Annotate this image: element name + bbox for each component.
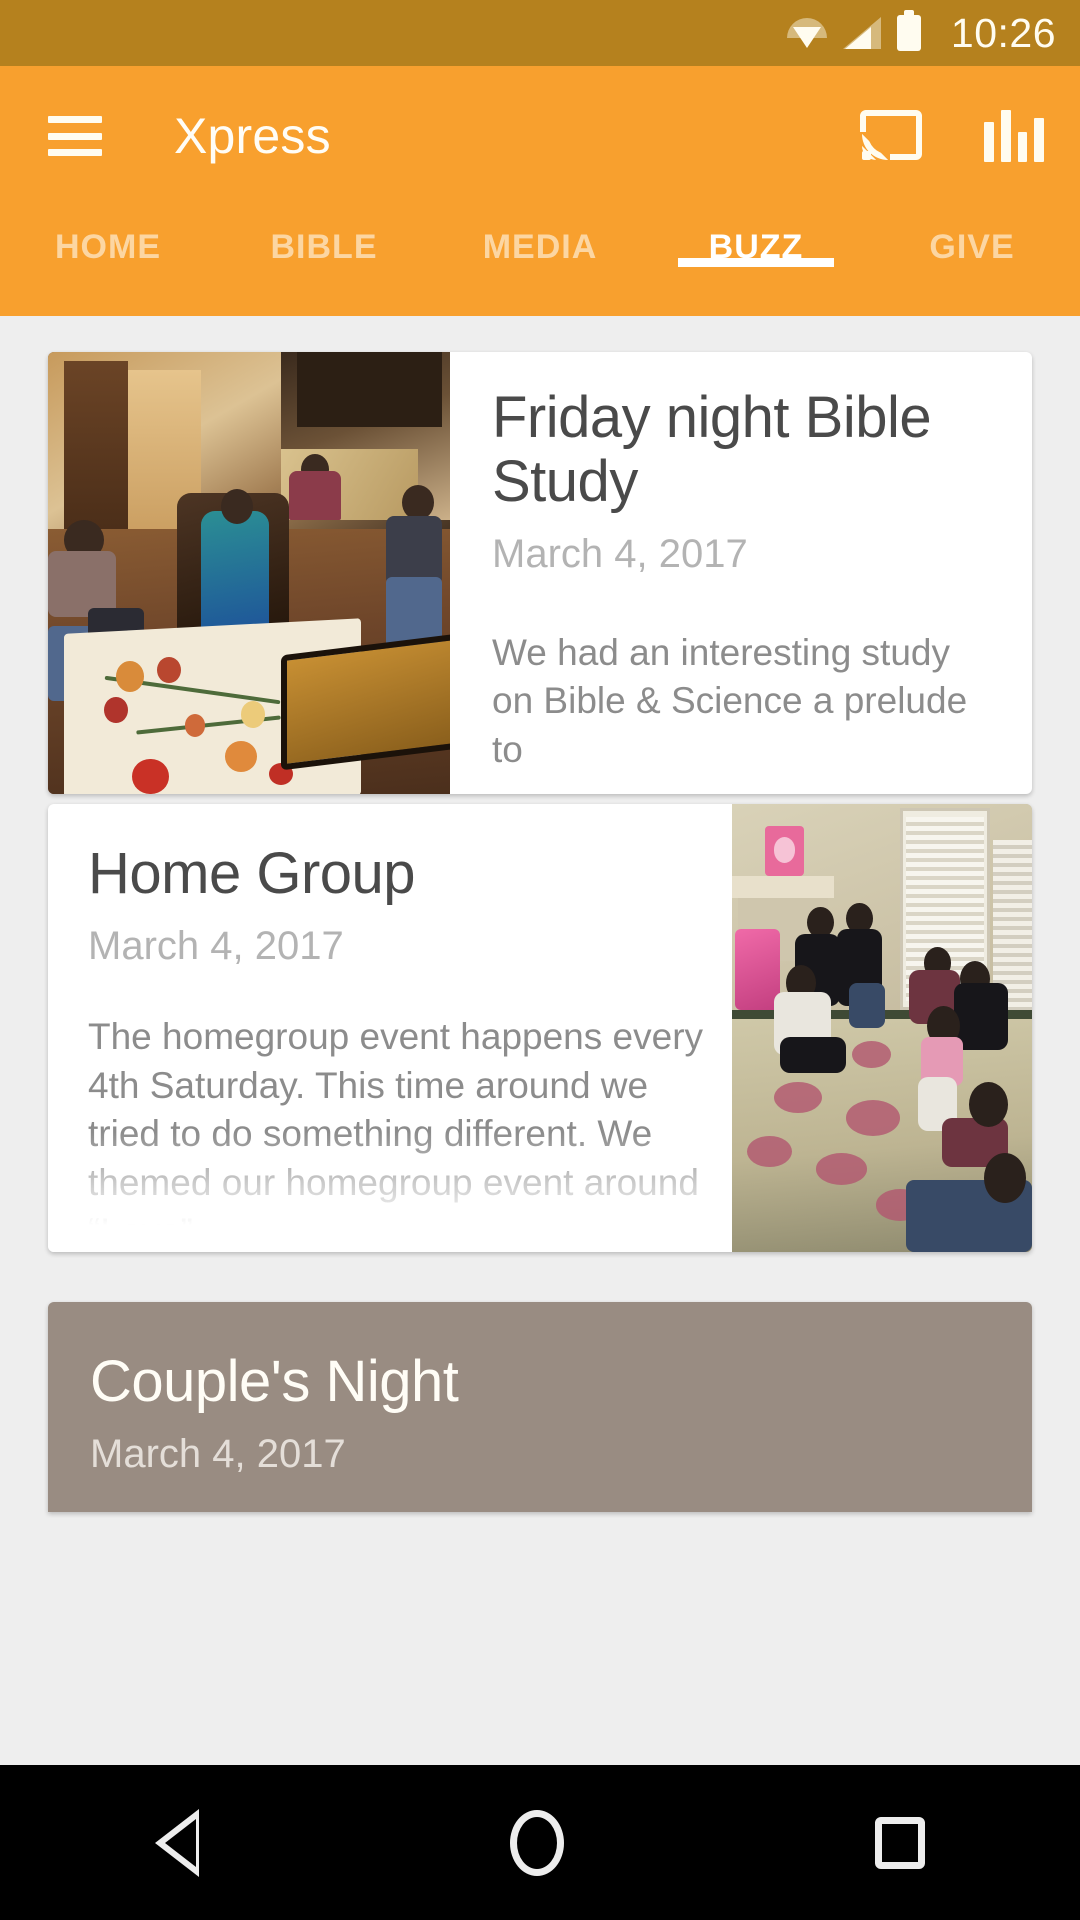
android-navigation-bar — [0, 1765, 1080, 1920]
bar-chart-icon[interactable] — [984, 110, 1044, 162]
status-bar: 10:26 — [0, 0, 1080, 66]
card-body-home-group: Home Group March 4, 2017 The homegroup e… — [48, 804, 732, 1252]
feed-card-home-group[interactable]: Home Group March 4, 2017 The homegroup e… — [48, 804, 1032, 1252]
hamburger-menu-icon[interactable] — [48, 116, 102, 156]
card-date: March 4, 2017 — [90, 1431, 346, 1476]
tab-media[interactable]: MEDIA — [432, 206, 648, 267]
cellular-signal-icon — [842, 17, 881, 49]
app-bar: Xpress HOME BIBLE MEDIA BUZZ GIVE — [0, 66, 1080, 316]
feed-card-friday-night-bible-study[interactable]: Friday night Bible Study March 4, 2017 W… — [48, 352, 1032, 794]
app-bar-top-row: Xpress — [0, 66, 1080, 206]
status-bar-icons: 10:26 — [786, 9, 1056, 56]
app-bar-actions — [860, 110, 1044, 162]
card-title: Home Group — [88, 841, 416, 906]
phone-screen: 10:26 Xpress HOME BIBLE MEDIA BUZZ GIVE … — [0, 0, 1080, 1920]
card-date: March 4, 2017 — [88, 923, 344, 968]
card-excerpt: The homegroup event happens every 4th Sa… — [88, 1015, 704, 1252]
tab-buzz[interactable]: BUZZ — [648, 206, 864, 267]
card-excerpt: We had an interesting study on Bible & S… — [492, 631, 968, 771]
tab-home[interactable]: HOME — [0, 206, 216, 267]
app-title: Xpress — [174, 108, 331, 164]
card-body-friday-night-bible-study: Friday night Bible Study March 4, 2017 W… — [450, 352, 1032, 794]
card-image-friday-night-bible-study — [48, 352, 450, 794]
battery-icon — [896, 10, 921, 51]
card-image-home-group — [732, 804, 1032, 1252]
card-title: Couple's Night — [90, 1349, 459, 1414]
tab-bar: HOME BIBLE MEDIA BUZZ GIVE — [0, 206, 1080, 316]
card-date: March 4, 2017 — [492, 531, 748, 576]
back-triangle-icon[interactable] — [155, 1808, 200, 1877]
card-title: Friday night Bible Study — [492, 385, 932, 514]
wifi-icon — [786, 18, 827, 48]
tab-bible[interactable]: BIBLE — [216, 206, 432, 267]
status-bar-clock: 10:26 — [950, 9, 1056, 56]
cast-icon[interactable] — [860, 110, 922, 162]
recents-square-icon[interactable] — [874, 1816, 925, 1869]
home-circle-icon[interactable] — [509, 1809, 564, 1876]
feed-card-couples-night[interactable]: Couple's Night March 4, 2017 — [48, 1302, 1032, 1512]
buzz-feed-list[interactable]: Friday night Bible Study March 4, 2017 W… — [0, 316, 1080, 1765]
card-body-couples-night: Couple's Night March 4, 2017 — [48, 1302, 1032, 1512]
tab-give[interactable]: GIVE — [864, 206, 1080, 267]
